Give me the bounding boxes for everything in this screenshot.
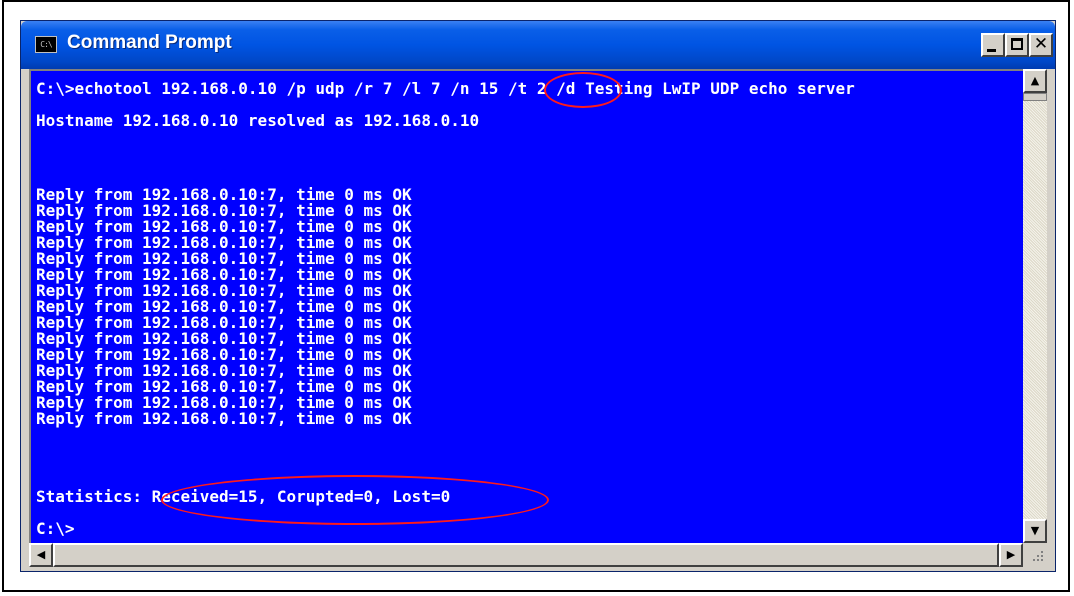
maximize-icon (1011, 38, 1023, 50)
minimize-button[interactable] (981, 33, 1005, 57)
scroll-up-icon: ▲ (1030, 74, 1040, 87)
horizontal-scrollbar[interactable]: ◀ ▶ (29, 543, 1023, 567)
prompt-line: C:\> (36, 519, 75, 538)
window-title: Command Prompt (67, 32, 232, 53)
scroll-right-button[interactable]: ▶ (999, 543, 1023, 567)
command-prompt-window: C:\ Command Prompt ✕ C:\>echotool 192.16… (20, 20, 1056, 572)
annotation-ellipse-n15 (544, 72, 622, 108)
close-icon: ✕ (1033, 34, 1049, 54)
cmd-icon[interactable]: C:\ (35, 36, 57, 53)
title-bar[interactable]: C:\ Command Prompt ✕ (21, 21, 1055, 69)
maximize-button[interactable] (1005, 33, 1029, 57)
scroll-up-button[interactable]: ▲ (1023, 69, 1047, 93)
vertical-scroll-thumb[interactable] (1023, 93, 1047, 101)
reply-line: Reply from 192.168.0.10:7, time 0 ms OK (36, 409, 412, 428)
resize-grip-icon[interactable] (1023, 543, 1047, 567)
horizontal-scroll-thumb[interactable] (53, 543, 999, 567)
close-button[interactable]: ✕ (1029, 33, 1053, 57)
annotation-ellipse-statistics (161, 475, 549, 525)
command-line: C:\>echotool 192.168.0.10 /p udp /r 7 /l… (36, 79, 855, 98)
resolved-line: Hostname 192.168.0.10 resolved as 192.16… (36, 111, 480, 130)
vertical-scrollbar[interactable]: ▲ ▼ (1023, 69, 1047, 543)
scroll-down-icon: ▼ (1030, 524, 1040, 537)
minimize-icon (987, 49, 996, 52)
scroll-left-button[interactable]: ◀ (29, 543, 53, 567)
scroll-right-icon: ▶ (1006, 548, 1016, 561)
console-output[interactable]: C:\>echotool 192.168.0.10 /p udp /r 7 /l… (29, 69, 1023, 543)
scroll-down-button[interactable]: ▼ (1023, 519, 1047, 543)
scroll-left-icon: ◀ (36, 548, 46, 561)
